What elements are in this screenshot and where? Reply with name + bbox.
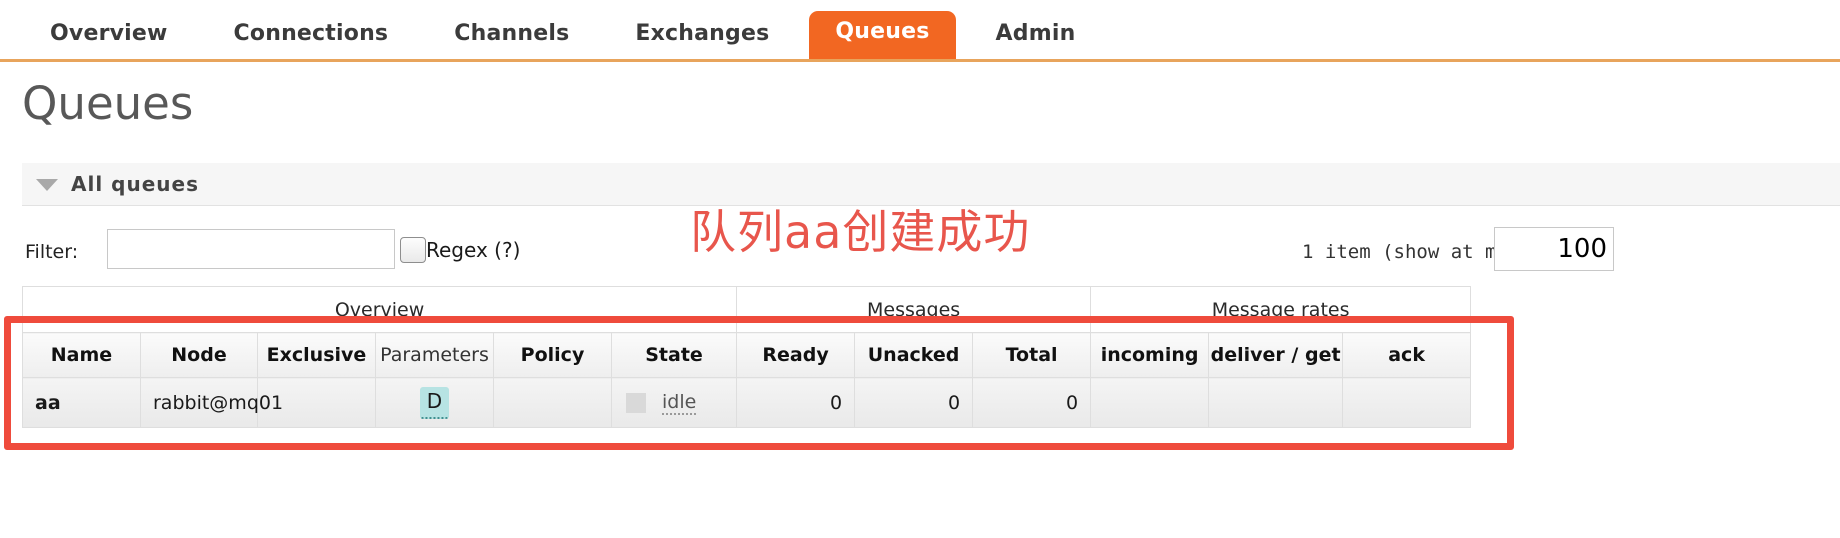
cell-queue-total: 0	[972, 377, 1092, 428]
durable-badge: D	[419, 386, 450, 419]
table-group-header-row: Overview Messages Message rates	[21, 286, 1472, 333]
table-row[interactable]: aa rabbit@mq01 D idle 0 0 0	[22, 377, 1472, 428]
column-header-total[interactable]: Total	[972, 332, 1092, 378]
cell-queue-node: rabbit@mq01	[140, 377, 283, 428]
column-header-node[interactable]: Node	[140, 332, 258, 378]
column-header-exclusive[interactable]: Exclusive	[257, 332, 376, 378]
group-header-messages: Messages	[736, 286, 1092, 333]
queues-page: Overview Connections Channels Exchanges …	[0, 0, 1840, 538]
group-header-overview: Overview	[21, 286, 738, 333]
nav-tab-admin[interactable]: Admin	[970, 13, 1102, 59]
cell-queue-state-label: idle	[662, 390, 697, 415]
column-header-state[interactable]: State	[610, 332, 738, 378]
column-header-policy[interactable]: Policy	[493, 332, 612, 378]
nav-tab-queues[interactable]: Queues	[809, 11, 956, 59]
cell-queue-deliver-get	[1208, 377, 1344, 428]
table-column-header-row: Name Node Exclusive Parameters Policy St…	[22, 332, 1472, 378]
nav-tab-overview[interactable]: Overview	[24, 13, 194, 59]
page-size-input[interactable]	[1494, 227, 1614, 271]
cell-queue-state: idle	[610, 377, 738, 428]
cell-queue-ack	[1342, 377, 1472, 428]
triangle-down-icon[interactable]	[36, 179, 58, 191]
nav-tab-exchanges[interactable]: Exchanges	[609, 13, 795, 59]
column-header-name[interactable]: Name	[22, 332, 141, 378]
regex-label[interactable]: Regex (?)	[426, 238, 520, 262]
column-header-unacked[interactable]: Unacked	[854, 332, 974, 378]
column-header-parameters: Parameters	[375, 332, 494, 378]
cell-queue-unacked: 0	[854, 377, 974, 428]
cell-queue-incoming	[1090, 377, 1210, 428]
column-header-incoming[interactable]: incoming	[1090, 332, 1210, 378]
cell-queue-ready: 0	[736, 377, 856, 428]
cell-queue-policy	[493, 377, 612, 428]
regex-checkbox[interactable]	[400, 237, 426, 263]
cell-queue-parameters: D	[375, 377, 494, 428]
all-queues-section-title: All queues	[71, 172, 199, 196]
queues-table-container: Overview Messages Message rates Name Nod…	[21, 286, 1472, 428]
nav-tab-channels[interactable]: Channels	[428, 13, 595, 59]
group-header-message-rates: Message rates	[1090, 286, 1472, 333]
nav-tab-connections[interactable]: Connections	[208, 13, 415, 59]
main-navigation: Overview Connections Channels Exchanges …	[0, 0, 1840, 62]
state-swatch-icon	[626, 392, 646, 413]
annotation-text: 队列aa创建成功	[690, 205, 1031, 259]
column-header-ready[interactable]: Ready	[736, 332, 856, 378]
nav-tab-list: Overview Connections Channels Exchanges …	[24, 0, 1115, 59]
page-title: Queues	[22, 77, 194, 130]
column-header-ack[interactable]: ack	[1342, 332, 1472, 378]
column-header-deliver-get[interactable]: deliver / get	[1208, 332, 1344, 378]
queues-table: Overview Messages Message rates Name Nod…	[21, 286, 1472, 428]
filter-label: Filter:	[25, 241, 79, 263]
filter-input[interactable]	[107, 229, 395, 269]
cell-queue-name[interactable]: aa	[22, 377, 141, 428]
